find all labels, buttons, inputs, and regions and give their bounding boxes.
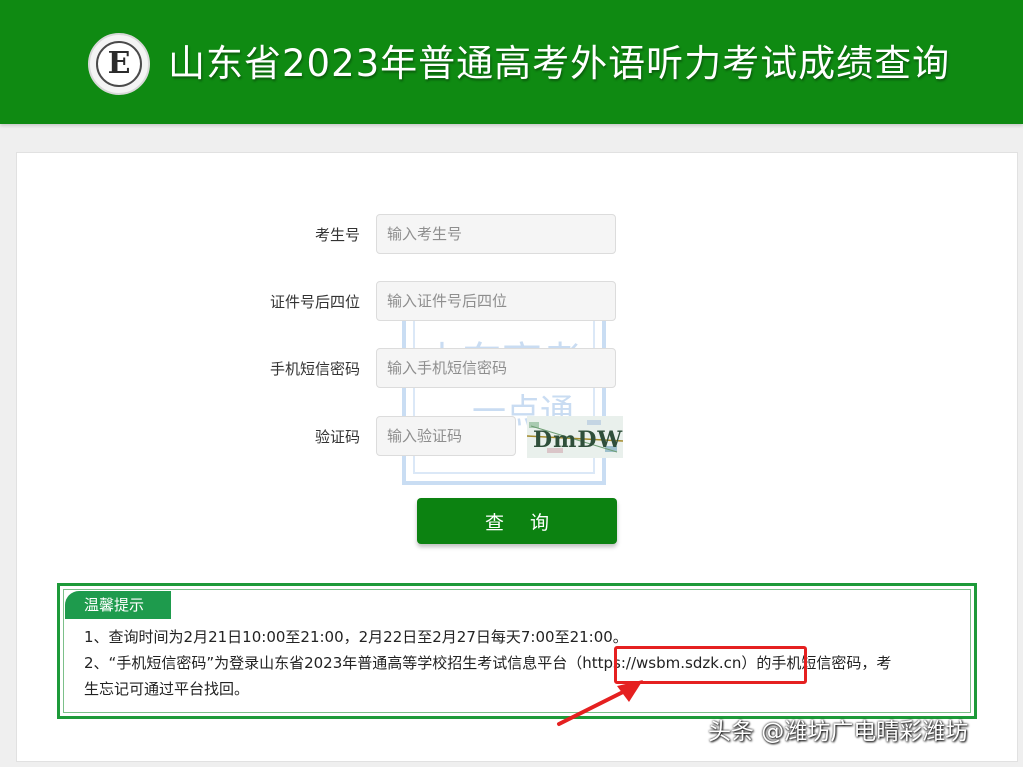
field-label-sms-password: 手机短信密码: [269, 360, 360, 378]
exam-authority-logo: E: [88, 33, 150, 95]
logo-ring: E: [96, 41, 142, 87]
id-last4-input[interactable]: [376, 281, 616, 321]
field-label-id-last4: 证件号后四位: [269, 293, 360, 311]
sms-password-input[interactable]: [376, 348, 616, 388]
notice-line-2: 2、“手机短信密码”为登录山东省2023年普通高等学校招生考试信息平台（http…: [84, 654, 892, 672]
query-button[interactable]: 查 询: [417, 498, 617, 544]
notice-title: 温馨提示: [65, 591, 171, 619]
captcha-input[interactable]: [376, 416, 516, 456]
captcha-text: DmDWY: [533, 427, 623, 453]
candidate-number-input[interactable]: [376, 214, 616, 254]
page-title: 山东省2023年普通高考外语听力考试成绩查询: [168, 42, 951, 85]
field-label-captcha: 验证码: [314, 428, 360, 446]
corner-watermark: 头条 @潍坊广电晴彩潍坊: [708, 719, 969, 745]
notice-line-3: 生忘记可通过平台找回。: [84, 680, 250, 698]
captcha-image[interactable]: DmDWY: [527, 416, 623, 458]
logo-letter: E: [107, 46, 131, 81]
annotation-arrow-icon: [557, 680, 643, 726]
page-header: E 山东省2023年普通高考外语听力考试成绩查询: [0, 0, 1023, 124]
notice-line-1: 1、查询时间为2月21日10:00至21:00，2月22日至2月27日每天7:0…: [84, 628, 628, 646]
field-label-candidate-number: 考生号: [314, 226, 360, 244]
